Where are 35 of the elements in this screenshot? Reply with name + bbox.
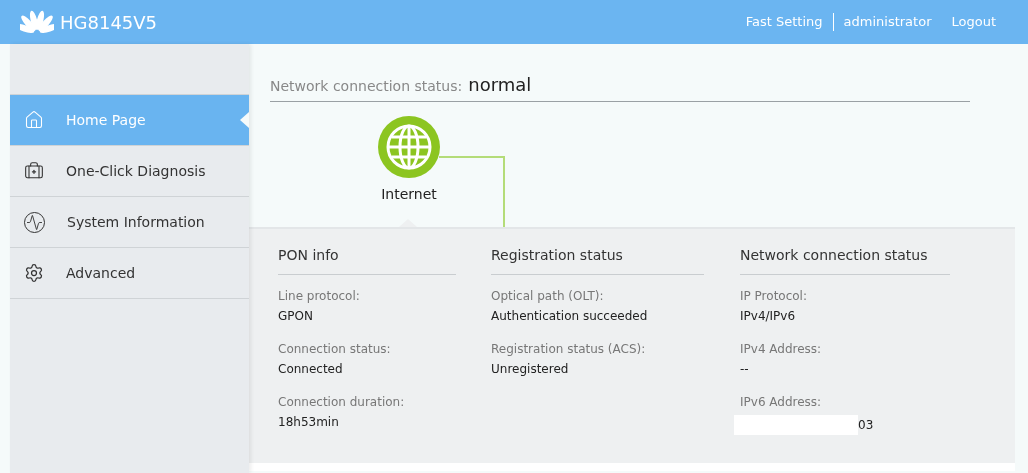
model-name: HG8145V5	[60, 11, 158, 33]
home-icon	[24, 110, 44, 130]
field-label: Line protocol:	[278, 289, 361, 303]
section-title: PON info	[278, 247, 456, 275]
field-value: IPv4/IPv6	[740, 309, 796, 323]
gear-icon	[24, 263, 44, 283]
field-value: --	[740, 362, 749, 376]
connection-status-text: Network connection status: normal	[270, 74, 970, 102]
section-title: Network connection status	[740, 247, 950, 275]
field-value: Authentication succeeded	[491, 309, 648, 323]
sidebar-item[interactable]: Home Page	[10, 95, 249, 146]
field-label: Connection status:	[278, 342, 392, 356]
field-value: 03	[858, 418, 874, 432]
field-label: Optical path (OLT):	[491, 289, 605, 303]
field-value: GPON	[278, 309, 313, 323]
field-label: IP Protocol:	[740, 289, 808, 303]
section-title: Registration status	[491, 247, 704, 275]
sidebar-item[interactable]: One-Click Diagnosis	[10, 146, 249, 197]
header-link[interactable]: administrator	[832, 13, 942, 31]
header-link[interactable]: Fast Setting	[735, 13, 833, 31]
flower-logo-icon	[20, 9, 54, 35]
globe-icon	[378, 116, 440, 178]
medical-kit-icon	[24, 161, 44, 181]
field-value: Connected	[278, 362, 343, 376]
internet-label: Internet	[381, 186, 437, 202]
sidebar-item[interactable]: Advanced	[10, 248, 249, 299]
field-value: 18h53min	[278, 415, 339, 429]
field-label: Connection duration:	[278, 395, 406, 409]
field-label: Registration status (ACS):	[491, 342, 647, 356]
field-value: Unregistered	[491, 362, 569, 376]
header-link[interactable]: Logout	[941, 13, 1006, 31]
pointer-notch	[240, 112, 249, 128]
field-label: IPv6 Address:	[740, 395, 823, 409]
field-label: IPv4 Address:	[740, 342, 823, 356]
sidebar-item[interactable]: System Information	[10, 197, 249, 248]
